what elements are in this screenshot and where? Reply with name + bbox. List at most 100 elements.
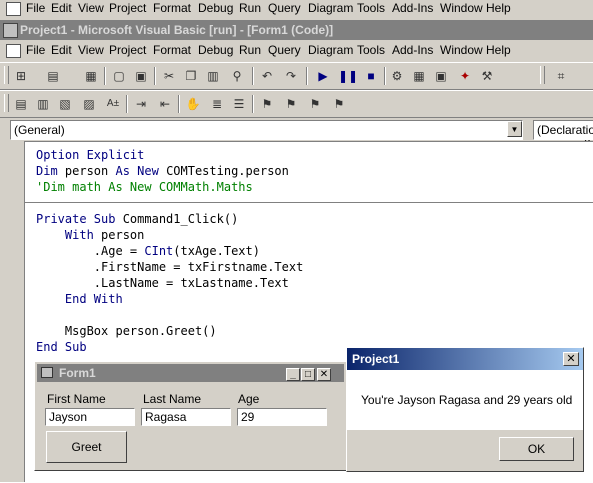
close-button[interactable]: ✕ xyxy=(563,352,579,366)
object-combo-value: (General) xyxy=(14,123,65,137)
code-line[interactable]: Private Sub Command1_Click() xyxy=(36,211,238,227)
msgbox-window: Project1 ✕ You're Jayson Ragasa and 29 y… xyxy=(346,347,584,472)
toolbar-grip[interactable] xyxy=(4,66,9,84)
end-icon[interactable]: ■ xyxy=(362,67,380,85)
menu-debug[interactable]: Debug xyxy=(198,1,233,16)
complete-word-icon[interactable]: A± xyxy=(104,95,122,113)
menu-help[interactable]: Help xyxy=(486,1,511,16)
menu-run[interactable]: Run xyxy=(239,1,261,16)
code-line[interactable]: Dim person As New COMTesting.person xyxy=(36,163,289,179)
toolbar-separator xyxy=(252,95,254,113)
menu-window[interactable]: Window xyxy=(440,43,483,58)
object-browser-icon[interactable]: ✦ xyxy=(456,67,474,85)
code-keyword: End With xyxy=(36,292,123,306)
menu-window[interactable]: Window xyxy=(440,1,483,16)
menu-edit[interactable]: Edit xyxy=(51,1,72,16)
ok-button[interactable]: OK xyxy=(499,437,574,461)
code-line[interactable]: .Age = CInt(txAge.Text) xyxy=(36,243,260,259)
properties-window-icon[interactable]: ▦ xyxy=(410,67,428,85)
save-icon[interactable]: ▣ xyxy=(132,67,150,85)
uncomment-block-icon[interactable]: ☰ xyxy=(230,95,248,113)
ide-title: Project1 - Microsoft Visual Basic [run] … xyxy=(20,23,334,37)
add-form-icon[interactable]: ▤ xyxy=(44,67,62,85)
project-explorer-icon[interactable]: ⚙ xyxy=(388,67,406,85)
code-line[interactable]: .FirstName = txFirstname.Text xyxy=(36,259,304,275)
menu-tools[interactable]: Tools xyxy=(357,43,385,58)
menu-editor-icon[interactable]: ▦ xyxy=(82,67,100,85)
ide-titlebar: Project1 - Microsoft Visual Basic [run] … xyxy=(0,20,593,40)
toggle-bookmark-icon[interactable]: ⚑ xyxy=(258,95,276,113)
code-keyword: Option Explicit xyxy=(36,148,145,162)
menu-run[interactable]: Run xyxy=(239,43,261,58)
redo-icon[interactable]: ↷ xyxy=(282,67,300,85)
start-icon[interactable]: ▶ xyxy=(314,67,332,85)
menu-query[interactable]: Query xyxy=(268,43,301,58)
indent-icon[interactable]: ⇥ xyxy=(132,95,150,113)
toolbar-grip[interactable] xyxy=(4,94,9,112)
object-combo[interactable]: (General) ▼ xyxy=(10,120,523,140)
paste-icon[interactable]: ▥ xyxy=(204,67,222,85)
toolbar-separator xyxy=(178,95,180,113)
add-project-icon[interactable]: ⊞ xyxy=(12,67,30,85)
code-line[interactable]: .LastName = txLastname.Text xyxy=(36,275,289,291)
greet-button[interactable]: Greet xyxy=(46,431,127,463)
first-name-input[interactable]: Jayson xyxy=(45,408,135,426)
menu-add-ins[interactable]: Add-Ins xyxy=(392,1,433,16)
close-button[interactable]: ✕ xyxy=(317,368,331,381)
menu-format[interactable]: Format xyxy=(153,43,191,58)
menu-project[interactable]: Project xyxy=(109,43,146,58)
comment-block-icon[interactable]: ≣ xyxy=(208,95,226,113)
form-layout-icon[interactable]: ▣ xyxy=(432,67,450,85)
code-margin[interactable] xyxy=(0,141,25,482)
previous-bookmark-icon[interactable]: ⚑ xyxy=(306,95,324,113)
minimize-button[interactable]: _ xyxy=(286,368,300,381)
toolbar-grip[interactable] xyxy=(540,66,545,84)
code-keyword: As New xyxy=(115,164,167,178)
open-icon[interactable]: ▢ xyxy=(110,67,128,85)
menu-project[interactable]: Project xyxy=(109,1,146,16)
find-icon[interactable]: ⚲ xyxy=(228,67,246,85)
undo-icon[interactable]: ↶ xyxy=(258,67,276,85)
outdent-icon[interactable]: ⇤ xyxy=(156,95,174,113)
menu-help[interactable]: Help xyxy=(486,43,511,58)
list-constants-icon[interactable]: ▥ xyxy=(34,95,52,113)
clear-bookmarks-icon[interactable]: ⚑ xyxy=(330,95,348,113)
outer-menubar: File Edit View Project Format Debug Run … xyxy=(0,0,593,18)
cut-icon[interactable]: ✂ xyxy=(160,67,178,85)
msgbox-titlebar: Project1 ✕ xyxy=(347,348,583,370)
age-input[interactable]: 29 xyxy=(237,408,327,426)
copy-icon[interactable]: ❐ xyxy=(182,67,200,85)
last-name-input[interactable]: Ragasa xyxy=(141,408,231,426)
code-line[interactable]: End Sub xyxy=(36,339,87,355)
list-properties-icon[interactable]: ▤ xyxy=(12,95,30,113)
menu-debug[interactable]: Debug xyxy=(198,43,233,58)
menu-file[interactable]: File xyxy=(26,1,45,16)
menu-file[interactable]: File xyxy=(26,43,45,58)
next-bookmark-icon[interactable]: ⚑ xyxy=(282,95,300,113)
break-icon[interactable]: ❚❚ xyxy=(338,67,358,85)
code-line[interactable]: End With xyxy=(36,291,123,307)
menu-diagram[interactable]: Diagram xyxy=(308,43,353,58)
menu-query[interactable]: Query xyxy=(268,1,301,16)
code-line[interactable]: Option Explicit xyxy=(36,147,144,163)
menu-format[interactable]: Format xyxy=(153,1,191,16)
menu-tools[interactable]: Tools xyxy=(357,1,385,16)
toggle-breakpoint-icon[interactable]: ✋ xyxy=(184,95,202,113)
menu-diagram[interactable]: Diagram xyxy=(308,1,353,16)
code-line[interactable]: MsgBox person.Greet() xyxy=(36,323,217,339)
maximize-button[interactable]: □ xyxy=(301,368,315,381)
menu-edit[interactable]: Edit xyxy=(51,43,72,58)
toolbar-separator xyxy=(126,95,128,113)
menu-view[interactable]: View xyxy=(78,43,104,58)
quick-info-icon[interactable]: ▧ xyxy=(56,95,74,113)
parameter-info-icon[interactable]: ▨ xyxy=(80,95,98,113)
menu-view[interactable]: View xyxy=(78,1,104,16)
code-line[interactable]: With person xyxy=(36,227,145,243)
code-window-icon[interactable] xyxy=(6,44,21,58)
document-icon[interactable] xyxy=(6,2,21,16)
code-line[interactable]: 'Dim math As New COMMath.Maths xyxy=(36,179,253,195)
chevron-down-icon[interactable]: ▼ xyxy=(507,121,522,137)
procedure-combo[interactable]: (Declaratio xyxy=(533,120,593,140)
menu-add-ins[interactable]: Add-Ins xyxy=(392,43,433,58)
toolbox-icon[interactable]: ⚒ xyxy=(478,67,496,85)
